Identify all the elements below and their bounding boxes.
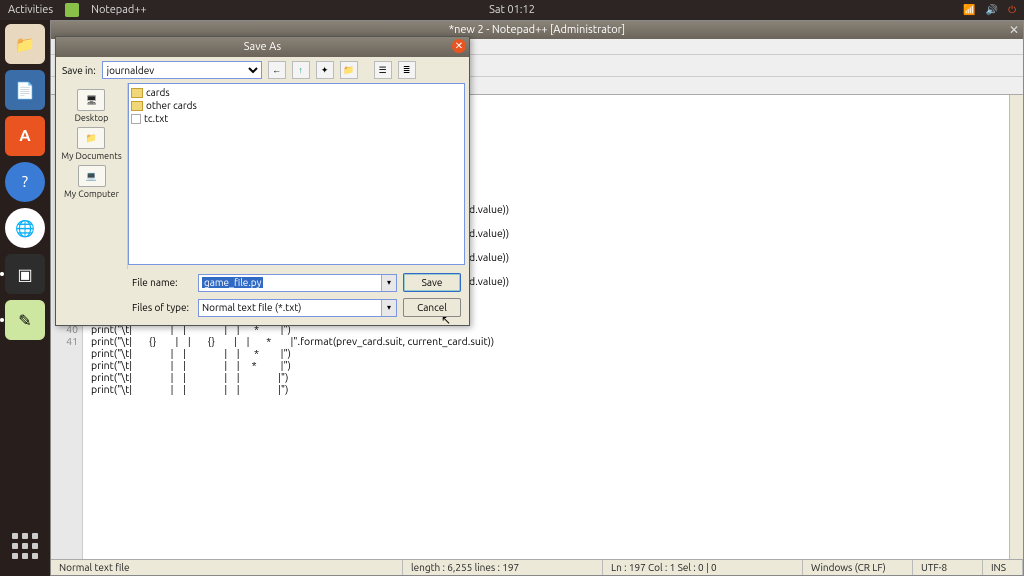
status-lang: Normal text file [51,560,403,575]
computer-icon: 💻 [78,165,106,187]
chevron-down-icon[interactable]: ▾ [381,275,396,291]
place-computer[interactable]: 💻 My Computer [64,165,119,199]
network-icon[interactable] [963,4,975,16]
statusbar: Normal text file length : 6,255 lines : … [51,559,1023,575]
file-list-label: tc.txt [144,113,168,124]
launcher-notepadpp[interactable]: ✎ [5,300,45,340]
status-position: Ln : 197 Col : 1 Sel : 0 | 0 [603,560,803,575]
dialog-close-icon[interactable]: ✕ [452,39,466,53]
filetype-select[interactable]: Normal text file (*.txt) ▾ [198,299,397,317]
status-eol: Windows (CR LF) [803,560,913,575]
cancel-button[interactable]: Cancel [403,298,461,317]
places-sidebar: 🖥 Desktop 📁 My Documents 💻 My Computer [56,83,128,269]
launcher-dock: 📁 📄 A ? 🌐 ▣ ✎ [0,20,50,576]
launcher-files[interactable]: 📁 [5,24,45,64]
activities-button[interactable]: Activities [8,4,53,16]
launcher-writer[interactable]: 📄 [5,70,45,110]
file-list-item[interactable]: cards [131,86,462,99]
window-close-icon[interactable]: ✕ [1009,23,1019,37]
nav-folder-icon[interactable]: 📁 [340,61,358,79]
status-mode: INS [983,560,1023,575]
view-details-icon[interactable]: ≣ [398,61,416,79]
nav-new-folder-icon[interactable]: ✦ [316,61,334,79]
file-list-label: cards [146,87,170,98]
nav-back-icon[interactable]: ← [268,61,286,79]
desktop-icon: 🖥 [77,89,105,111]
place-desktop[interactable]: 🖥 Desktop [75,89,109,123]
filename-input[interactable]: game_file.py ▾ [198,274,397,292]
window-title: *new 2 - Notepad++ [Administrator] [449,24,625,36]
filetype-label: Files of type: [132,302,192,313]
documents-icon: 📁 [77,127,105,149]
nav-up-icon[interactable]: ↑ [292,61,310,79]
file-icon [131,114,141,124]
save-in-select[interactable]: journaldev [102,61,262,79]
launcher-apps-grid[interactable] [5,526,45,566]
volume-icon[interactable] [986,4,998,16]
chevron-down-icon[interactable]: ▾ [381,300,396,316]
clock[interactable]: Sat 01:12 [489,4,535,16]
app-indicator-icon[interactable] [65,3,79,17]
app-indicator-label[interactable]: Notepad++ [91,4,147,16]
save-as-dialog: Save As ✕ Save in: journaldev ← ↑ ✦ 📁 ☰ … [55,36,470,326]
filename-label: File name: [132,277,192,288]
launcher-chrome[interactable]: 🌐 [5,208,45,248]
folder-icon [131,88,143,98]
gnome-topbar: Activities Notepad++ Sat 01:12 [0,0,1024,20]
power-icon[interactable] [1008,4,1016,16]
save-in-label: Save in: [62,65,96,76]
file-list-label: other cards [146,100,197,111]
vertical-scrollbar[interactable] [1009,95,1023,559]
dialog-title: Save As [244,41,281,53]
dialog-titlebar[interactable]: Save As ✕ [56,37,469,57]
file-list-item[interactable]: other cards [131,99,462,112]
place-documents[interactable]: 📁 My Documents [61,127,121,161]
save-button[interactable]: Save [403,273,461,292]
status-encoding: UTF-8 [913,560,983,575]
view-list-icon[interactable]: ☰ [374,61,392,79]
launcher-terminal[interactable]: ▣ [5,254,45,294]
launcher-software[interactable]: A [5,116,45,156]
folder-icon [131,101,143,111]
status-length: length : 6,255 lines : 197 [403,560,603,575]
launcher-help[interactable]: ? [5,162,45,202]
file-list[interactable]: cards other cards tc.txt [128,83,465,265]
file-list-item[interactable]: tc.txt [131,112,462,125]
